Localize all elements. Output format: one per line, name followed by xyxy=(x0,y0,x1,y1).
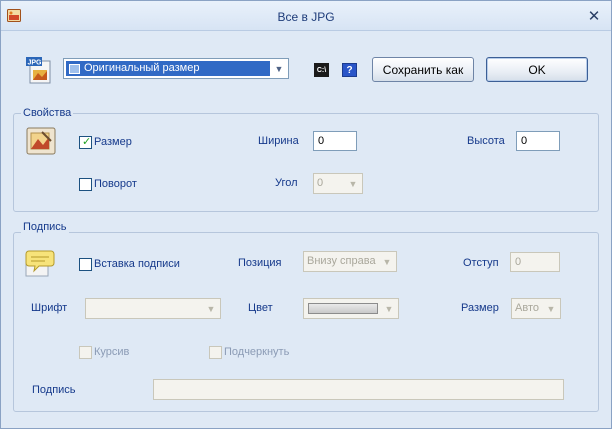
size-checkbox[interactable]: ✓ xyxy=(79,136,92,149)
chevron-down-icon: ▼ xyxy=(348,178,358,189)
size-mode-select[interactable]: Оригинальный размер ▼ xyxy=(63,58,289,79)
save-as-button[interactable]: Сохранить как xyxy=(372,57,474,82)
jpg-badge-text: JPG xyxy=(28,60,43,67)
underline-checkbox[interactable] xyxy=(209,346,222,359)
height-label: Высота xyxy=(467,135,505,147)
color-select[interactable]: ▼ xyxy=(303,298,399,319)
caption-text-input[interactable] xyxy=(153,379,564,400)
size-mode-value: Оригинальный размер xyxy=(84,62,200,74)
italic-checkbox[interactable] xyxy=(79,346,92,359)
chevron-down-icon: ▼ xyxy=(384,303,394,314)
font-size-value: Авто xyxy=(515,302,539,314)
chevron-down-icon: ▼ xyxy=(382,256,392,267)
underline-label: Подчеркнуть xyxy=(224,346,290,358)
indent-label: Отступ xyxy=(463,257,499,269)
color-swatch xyxy=(308,303,378,314)
jpg-file-icon: JPG xyxy=(26,57,51,84)
help-icon[interactable]: ? xyxy=(342,63,357,77)
angle-select[interactable]: 0 ▼ xyxy=(313,173,363,194)
caption-group-title: Подпись xyxy=(21,221,69,233)
ok-button[interactable]: OK xyxy=(486,57,588,82)
italic-label: Курсив xyxy=(94,346,130,358)
chevron-down-icon: ▼ xyxy=(206,303,216,314)
color-label: Цвет xyxy=(248,302,273,314)
window-title: Все в JPG xyxy=(277,10,335,24)
checkmark-icon: ✓ xyxy=(82,136,92,148)
size-mode-selection: Оригинальный размер xyxy=(66,61,270,76)
font-label: Шрифт xyxy=(31,302,68,314)
width-input[interactable]: 0 xyxy=(313,131,357,151)
dialog-window: Все в JPG ✕ JPG Оригинальный размер ▼ C:… xyxy=(0,0,612,429)
chevron-down-icon[interactable]: ▼ xyxy=(271,60,287,77)
font-size-select[interactable]: Авто ▼ xyxy=(511,298,561,319)
command-line-icon[interactable]: C:\ xyxy=(314,63,329,77)
angle-label: Угол xyxy=(275,177,298,189)
chevron-down-icon: ▼ xyxy=(546,303,556,314)
close-icon[interactable]: ✕ xyxy=(585,7,603,25)
position-value: Внизу справа xyxy=(307,255,376,267)
rotate-checkbox[interactable] xyxy=(79,178,92,191)
size-checkbox-label: Размер xyxy=(94,136,132,148)
size-mode-swatch-icon xyxy=(69,64,80,74)
image-properties-icon xyxy=(26,127,56,155)
width-label: Ширина xyxy=(258,135,299,147)
properties-group xyxy=(13,113,599,212)
insert-caption-label: Вставка подписи xyxy=(94,258,180,270)
caption-text-label: Подпись xyxy=(32,384,76,396)
indent-input[interactable]: 0 xyxy=(510,252,560,272)
font-size-label: Размер xyxy=(461,302,499,314)
position-select[interactable]: Внизу справа ▼ xyxy=(303,251,397,272)
insert-caption-checkbox[interactable] xyxy=(79,258,92,271)
angle-value: 0 xyxy=(317,177,324,189)
title-bar[interactable]: Все в JPG ✕ xyxy=(1,1,611,31)
speech-bubble-icon xyxy=(25,250,55,277)
height-input[interactable]: 0 xyxy=(516,131,560,151)
font-select[interactable]: ▼ xyxy=(85,298,221,319)
properties-group-title: Свойства xyxy=(21,107,74,119)
rotate-checkbox-label: Поворот xyxy=(94,178,137,190)
position-label: Позиция xyxy=(238,257,282,269)
